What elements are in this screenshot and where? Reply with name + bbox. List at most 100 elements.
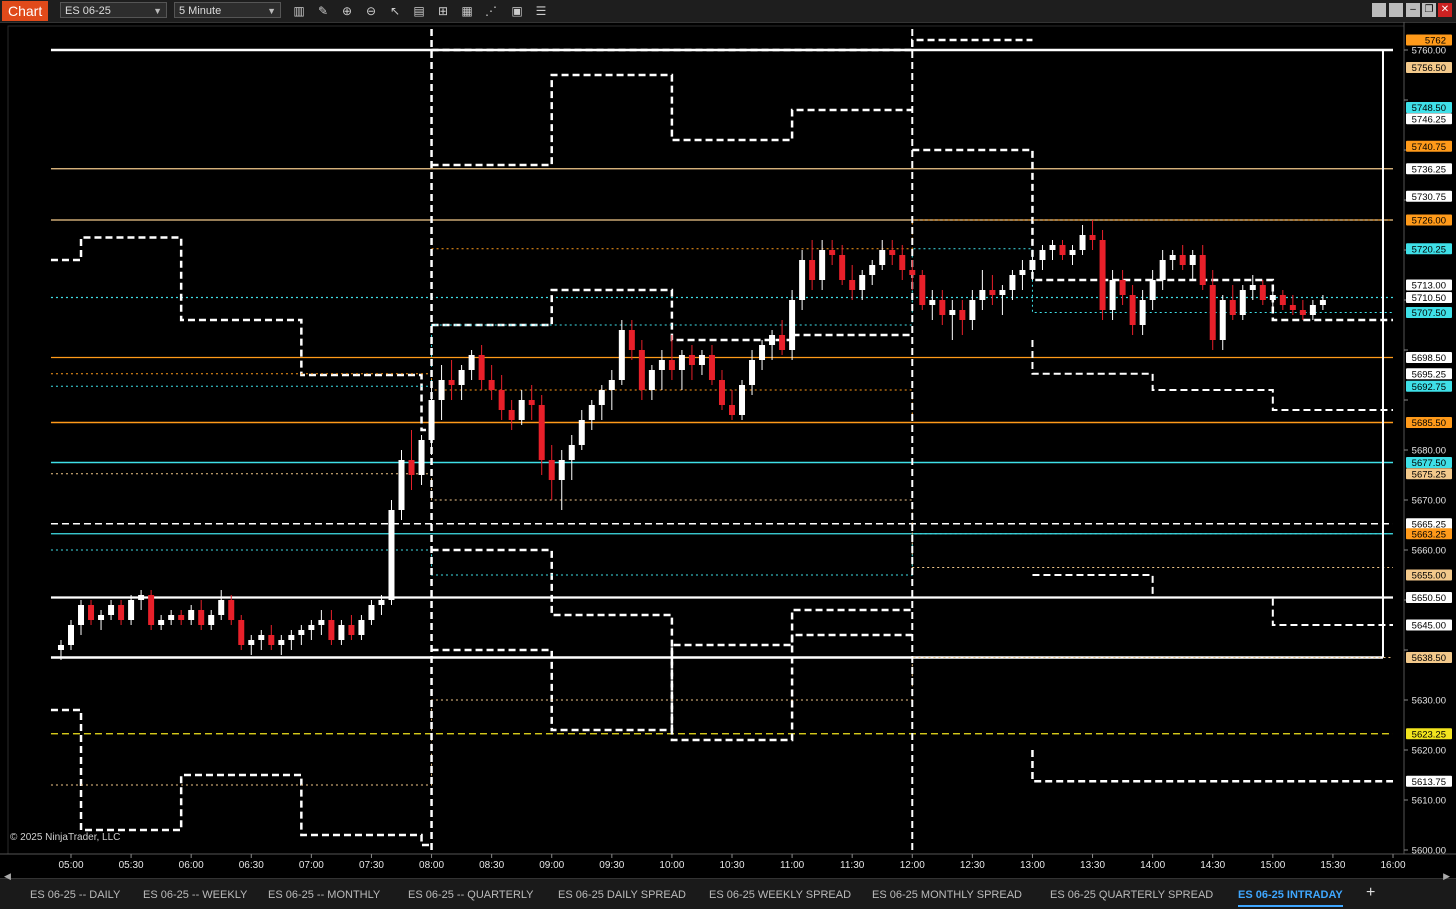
price-tag-label: 5720.25 (1412, 244, 1446, 255)
data-box-icon[interactable]: ▤ (411, 3, 427, 19)
candle-body (508, 410, 515, 420)
strategies-icon[interactable]: ⋰ (483, 3, 499, 19)
candle-body (118, 605, 125, 620)
candle-body (809, 260, 816, 280)
candle-body (378, 600, 385, 605)
price-tag-label: 5730.75 (1412, 192, 1446, 203)
price-tag-label: 5710.50 (1412, 293, 1446, 304)
step-band-line (50, 248, 1393, 387)
indicators-icon[interactable]: ▦ (459, 3, 475, 19)
candle-body (438, 380, 445, 400)
x-tick-label: 14:30 (1200, 860, 1225, 871)
candle-body (949, 310, 956, 315)
restore-icon[interactable]: ❐ (1422, 3, 1436, 17)
price-tag-label: 5695.25 (1412, 369, 1446, 380)
candle-body (1229, 300, 1236, 315)
x-tick-label: 10:30 (719, 860, 744, 871)
tab-quarterly-spread[interactable]: ES 06-25 QUARTERLY SPREAD (1050, 885, 1213, 905)
candle-body (1259, 285, 1266, 300)
drawing-tool-icon[interactable]: ✎ (315, 3, 331, 19)
price-tag-label: 5726.00 (1412, 216, 1446, 227)
x-tick-label: 15:30 (1320, 860, 1345, 871)
candle-body (869, 265, 876, 275)
candle-body (959, 310, 966, 320)
tab-quarterly[interactable]: ES 06-25 -- QUARTERLY (408, 885, 534, 905)
add-tab-icon[interactable]: + (1366, 884, 1375, 902)
x-tick-label: 09:00 (539, 860, 564, 871)
list-icon[interactable]: ☰ (533, 3, 549, 19)
candle-body (278, 640, 285, 645)
bar-type-icon[interactable]: ▥ (291, 3, 307, 19)
chart-window-label[interactable]: Chart (2, 1, 49, 21)
y-tick-label: 5670.00 (1412, 496, 1446, 507)
y-tick-label: 5630.00 (1412, 696, 1446, 707)
x-tick-label: 05:00 (58, 860, 83, 871)
template-icon[interactable]: ⊞ (435, 3, 451, 19)
candle-body (1059, 245, 1066, 255)
candle-body (318, 620, 325, 625)
candle-body (1029, 260, 1036, 270)
tab-bar: ◀ ▶ ES 06-25 -- DAILY ES 06-25 -- WEEKLY… (0, 871, 1456, 909)
candle-body (1159, 260, 1166, 280)
candle-body (138, 595, 145, 600)
candle-body (989, 290, 996, 295)
x-tick-label: 06:00 (179, 860, 204, 871)
candle-body (468, 355, 475, 370)
plot-border (7, 25, 1405, 855)
candle-body (568, 445, 575, 460)
tab-daily-spread[interactable]: ES 06-25 DAILY SPREAD (558, 885, 686, 905)
candle-body (1049, 245, 1056, 250)
price-tag-label: 5623.25 (1412, 729, 1446, 740)
candle-body (128, 600, 135, 620)
candle-body (1319, 300, 1326, 305)
x-tick-label: 16:00 (1380, 860, 1405, 871)
y-tick-label: 5760.00 (1412, 46, 1446, 57)
candle-body (218, 600, 225, 615)
tab-weekly[interactable]: ES 06-25 -- WEEKLY (143, 885, 247, 905)
candle-body (338, 625, 345, 640)
candle-body (919, 275, 926, 305)
scroll-right-icon[interactable]: ▶ (1443, 871, 1450, 882)
zoom-out-icon[interactable]: ⊖ (363, 3, 379, 19)
tab-intraday[interactable]: ES 06-25 INTRADAY (1238, 885, 1343, 907)
tab-weekly-spread[interactable]: ES 06-25 WEEKLY SPREAD (709, 885, 851, 905)
candle-body (718, 380, 725, 405)
window-tile-icon[interactable] (1372, 3, 1386, 17)
candle-body (398, 460, 405, 510)
price-chart[interactable]: 05:00 05:30 06:00 06:30 07:00 07:30 08:00 08:30… (0, 22, 1456, 878)
candle-body (348, 625, 355, 635)
candle-body (88, 605, 95, 620)
candlesticks (57, 220, 1326, 660)
properties-icon[interactable]: ▣ (509, 3, 525, 19)
candle-body (418, 440, 425, 475)
tab-daily[interactable]: ES 06-25 -- DAILY (30, 885, 120, 905)
candle-body (1289, 305, 1296, 310)
candle-body (108, 605, 115, 615)
window-tile2-icon[interactable] (1389, 3, 1403, 17)
instrument-selector[interactable]: ES 06-25 ▼ (60, 2, 167, 18)
candle-body (328, 620, 335, 640)
zoom-in-icon[interactable]: ⊕ (339, 3, 355, 19)
candle-body (999, 290, 1006, 295)
scroll-left-icon[interactable]: ◀ (4, 871, 11, 882)
price-tag-label: 5685.50 (1412, 418, 1446, 429)
step-band-line (1031, 340, 1393, 411)
pointer-icon[interactable]: ↖ (387, 3, 403, 19)
candle-body (1089, 235, 1096, 240)
candle-body (1219, 300, 1226, 340)
interval-selector[interactable]: 5 Minute ▼ (174, 2, 281, 18)
candle-body (558, 460, 565, 480)
candle-body (1139, 300, 1146, 325)
x-tick-label: 05:30 (119, 860, 144, 871)
tab-monthly-spread[interactable]: ES 06-25 MONTHLY SPREAD (872, 885, 1022, 905)
price-labels: 57625760.005756.505748.505746.255740.755… (1406, 34, 1452, 857)
candle-body (168, 615, 175, 620)
candle-body (1099, 240, 1106, 310)
tab-monthly[interactable]: ES 06-25 -- MONTHLY (268, 885, 380, 905)
close-icon[interactable]: ✕ (1438, 3, 1452, 17)
minimize-icon[interactable]: – (1406, 3, 1420, 17)
step-band-line (1031, 750, 1393, 783)
x-tick-label: 14:00 (1140, 860, 1165, 871)
candle-body (1039, 250, 1046, 260)
candle-body (779, 335, 786, 350)
